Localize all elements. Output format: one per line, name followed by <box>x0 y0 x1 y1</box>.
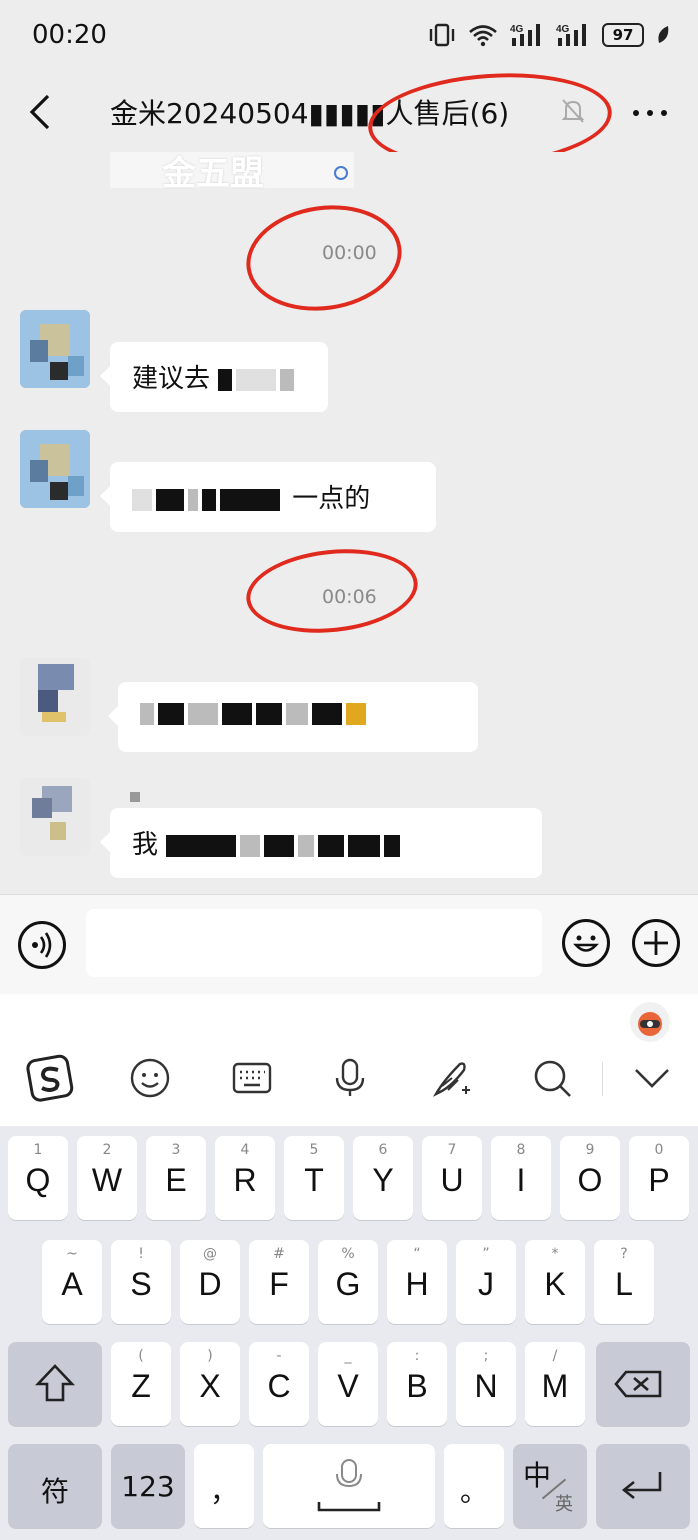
microphone-icon[interactable] <box>328 1056 372 1100</box>
key-f[interactable]: # F <box>249 1240 309 1324</box>
key-q[interactable]: 1Q <box>8 1136 68 1220</box>
keyboard-icon[interactable] <box>230 1056 274 1100</box>
battery-indicator: 97 <box>602 23 644 47</box>
language-switch-key[interactable]: 中 英 <box>513 1444 587 1528</box>
emoji-icon[interactable] <box>128 1056 172 1100</box>
sender-name <box>130 792 140 802</box>
key-c[interactable]: -C <box>249 1342 309 1426</box>
message-text: 建议去 <box>132 364 211 394</box>
period-key[interactable]: 。 <box>444 1444 504 1528</box>
shared-image-text: 金五盟 <box>162 154 264 194</box>
signal-4g-icon-2: 4G <box>556 24 586 46</box>
voice-input-button[interactable] <box>18 921 66 969</box>
back-arrow-icon[interactable] <box>22 90 62 134</box>
key-m[interactable]: / M <box>525 1342 585 1426</box>
key-e[interactable]: 3E <box>146 1136 206 1220</box>
vibrate-icon <box>429 23 455 47</box>
message-bubble[interactable]: 建议去 <box>100 342 328 412</box>
status-time: 00:20 <box>32 20 107 50</box>
key-o[interactable]: 9O <box>560 1136 620 1220</box>
number-key[interactable]: 123 <box>111 1444 185 1528</box>
key-r[interactable]: 4R <box>215 1136 275 1220</box>
enter-icon <box>621 1472 662 1500</box>
message-bubble[interactable]: 一点的 <box>100 462 436 532</box>
message-bubble[interactable]: 我 <box>100 808 542 878</box>
annotation-circle-timestamp <box>242 541 422 641</box>
collapse-keyboard-icon[interactable] <box>630 1056 674 1100</box>
comma-key[interactable]: ， <box>194 1444 254 1528</box>
search-icon[interactable] <box>530 1056 574 1100</box>
backspace-icon <box>614 1370 662 1398</box>
key-x[interactable]: ) X <box>180 1342 240 1426</box>
annotation-circle-timestamp <box>239 195 409 321</box>
toolbar-divider <box>602 1062 603 1096</box>
message-text: 一点的 <box>292 484 371 514</box>
leaf-icon <box>658 26 669 43</box>
key-v[interactable]: _ V <box>318 1342 378 1426</box>
chat-header: 金米20240504▮▮▮▮▮人售后(6) <box>0 65 698 175</box>
key-g[interactable]: % G <box>318 1240 378 1324</box>
sogou-logo-icon[interactable] <box>26 1054 76 1104</box>
key-d[interactable]: @ D <box>180 1240 240 1324</box>
voice-wave-icon <box>32 932 52 958</box>
svg-text:4G: 4G <box>556 24 570 35</box>
svg-text:4G: 4G <box>510 24 524 35</box>
key-j[interactable]: ” J <box>456 1240 516 1324</box>
message-input-bar <box>0 894 698 994</box>
plus-icon <box>644 931 668 955</box>
key-z[interactable]: (Z <box>111 1342 171 1426</box>
key-u[interactable]: 7U <box>422 1136 482 1220</box>
shared-image-card[interactable]: 金五盟 <box>110 152 354 194</box>
key-l[interactable]: ? L <box>594 1240 654 1324</box>
more-options-icon[interactable] <box>628 98 672 128</box>
key-w[interactable]: 2W <box>77 1136 137 1220</box>
more-functions-button[interactable] <box>632 919 680 967</box>
smiley-icon <box>573 935 599 952</box>
status-icons: 4G 4G 97 <box>428 22 670 48</box>
space-key[interactable] <box>263 1444 435 1528</box>
keyboard-toolbar <box>0 994 698 1126</box>
shift-key[interactable] <box>8 1342 102 1426</box>
message-text-field[interactable] <box>86 909 542 977</box>
key-k[interactable]: * K <box>525 1240 585 1324</box>
emoji-button[interactable] <box>562 919 610 967</box>
key-n[interactable]: ; N <box>456 1342 516 1426</box>
enter-key[interactable] <box>596 1444 690 1528</box>
avatar[interactable] <box>20 778 90 856</box>
signal-4g-icon: 4G <box>510 24 540 46</box>
message-bubble[interactable] <box>108 682 478 752</box>
keyboard: 1Q 2W 3E 4R 5T 6Y 7U 8I 9O 0P ~ A ! S @ D #… <box>0 1126 698 1540</box>
key-h[interactable]: “H <box>387 1240 447 1324</box>
key-b[interactable]: :B <box>387 1342 447 1426</box>
key-y[interactable]: 6Y <box>353 1136 413 1220</box>
key-t[interactable]: 5T <box>284 1136 344 1220</box>
avatar[interactable] <box>20 430 90 508</box>
avatar[interactable] <box>20 310 90 388</box>
key-s[interactable]: ! S <box>111 1240 171 1324</box>
space-voice-icon <box>317 1459 381 1512</box>
keyboard-mascot-icon[interactable] <box>630 1002 670 1042</box>
shift-arrow-icon <box>34 1364 76 1402</box>
wifi-icon <box>469 25 497 47</box>
chat-message-list[interactable]: 金五盟 00:00 建议去 一点的 00:06 我 <box>0 152 698 894</box>
handwriting-icon[interactable] <box>430 1056 474 1100</box>
key-p[interactable]: 0P <box>629 1136 689 1220</box>
message-text: 我 <box>132 830 159 860</box>
symbol-key[interactable]: 符 <box>8 1444 102 1528</box>
avatar[interactable] <box>20 658 90 736</box>
status-bar: 00:20 4G 4G 97 <box>0 0 698 72</box>
card-logo-icon <box>334 166 348 180</box>
backspace-key[interactable] <box>596 1342 690 1426</box>
key-i[interactable]: 8I <box>491 1136 551 1220</box>
key-a[interactable]: ~ A <box>42 1240 102 1324</box>
